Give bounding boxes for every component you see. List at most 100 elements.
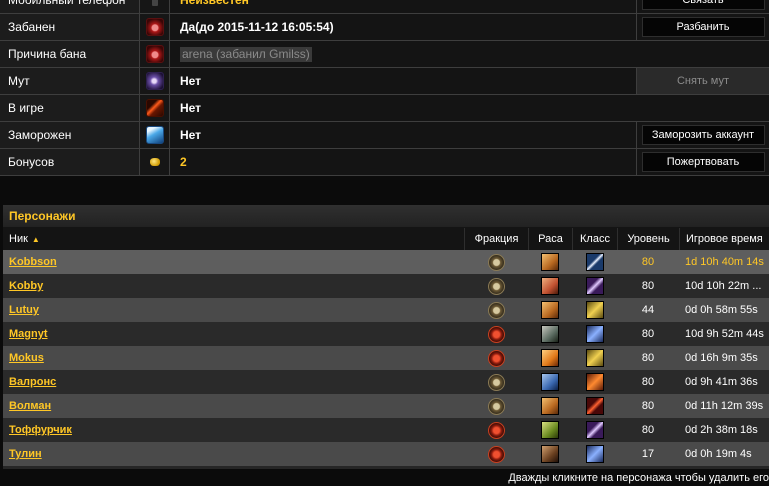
characters-table-header: Ник ▲ Фракция Раса Класс Уровень Игровое … <box>3 228 769 250</box>
character-row[interactable]: Magnyt 80 10d 9h 52m 44s <box>3 322 769 346</box>
alliance-faction-icon <box>487 253 505 271</box>
row-frozen: Заморожен Нет Заморозить аккаунт <box>0 122 769 149</box>
character-name-link[interactable]: Magnyt <box>9 328 48 340</box>
character-name-link[interactable]: Kobbson <box>9 256 57 268</box>
ban-hand-icon <box>145 45 164 63</box>
alliance-faction-icon <box>487 301 505 319</box>
link-phone-button[interactable]: Связать <box>641 0 765 10</box>
header-level[interactable]: Уровень <box>617 228 679 250</box>
character-playtime: 0d 0h 58m 55s <box>685 304 758 316</box>
row-ingame: В игре Нет <box>0 95 769 122</box>
character-name-link[interactable]: Mokus <box>9 352 44 364</box>
character-name-link[interactable]: Волман <box>9 400 51 412</box>
horde-faction-icon <box>487 421 505 439</box>
value-ingame: Нет <box>170 95 769 121</box>
character-row[interactable]: Тоффурчик 80 0d 2h 38m 18s <box>3 418 769 442</box>
row-banned: Забанен Да(до 2015-11-12 16:05:54) Разба… <box>0 14 769 41</box>
character-level: 80 <box>641 376 655 388</box>
alliance-faction-icon <box>487 373 505 391</box>
character-row[interactable]: Kobbson 80 1d 10h 40m 14s <box>3 250 769 274</box>
character-playtime: 10d 10h 22m ... <box>685 280 762 292</box>
value-banned: Да(до 2015-11-12 16:05:54) <box>170 14 636 40</box>
paladin-class-icon <box>585 301 604 319</box>
character-playtime: 0d 2h 38m 18s <box>685 424 758 436</box>
rogue-class-icon <box>585 397 604 415</box>
label-ban-reason: Причина бана <box>0 41 140 67</box>
warrior-class-icon <box>585 253 604 271</box>
freeze-account-button[interactable]: Заморозить аккаунт <box>641 125 765 145</box>
label-mute: Мут <box>0 68 140 94</box>
undead-race-icon <box>541 325 559 343</box>
shaman-class-icon <box>585 325 604 343</box>
donate-button[interactable]: Пожертвовать <box>641 152 765 172</box>
header-playtime[interactable]: Игровое время <box>679 228 769 250</box>
human-race-icon <box>541 301 559 319</box>
characters-table-body: Kobbson 80 1d 10h 40m 14s Kobby 80 10d 10h 22… <box>3 250 769 466</box>
character-row[interactable]: Kobby 80 10d 10h 22m ... <box>3 274 769 298</box>
label-ingame: В игре <box>0 95 140 121</box>
characters-panel: Персонажи Ник ▲ Фракция Раса Класс Уровен… <box>3 205 769 486</box>
account-info-table: Мобильный телефон Неизвестен Связать Заб… <box>0 0 769 176</box>
header-class[interactable]: Класс <box>572 228 617 250</box>
character-level: 80 <box>641 400 655 412</box>
label-banned: Забанен <box>0 14 140 40</box>
character-name-link[interactable]: Тоффурчик <box>9 424 72 436</box>
value-bonuses: 2 <box>170 149 636 175</box>
value-frozen: Нет <box>170 122 636 148</box>
character-row[interactable]: Волман 80 0d 11h 12m 39s <box>3 394 769 418</box>
priest-class-icon <box>585 277 604 295</box>
character-name-link[interactable]: Валронс <box>9 376 56 388</box>
tauren-race-icon <box>541 445 559 463</box>
unmute-button[interactable]: Снять мут <box>637 68 769 94</box>
character-playtime: 0d 0h 19m 4s <box>685 448 752 460</box>
header-faction[interactable]: Фракция <box>464 228 528 250</box>
hunter-class-icon <box>585 373 604 391</box>
unban-button[interactable]: Разбанить <box>641 17 765 37</box>
value-ban-reason: arena (забанил Gmilss) <box>180 46 312 62</box>
mute-icon <box>145 72 164 90</box>
row-phone: Мобильный телефон Неизвестен Связать <box>0 0 769 14</box>
character-row[interactable]: Lutuy 44 0d 0h 58m 55s <box>3 298 769 322</box>
draenei-race-icon <box>541 373 559 391</box>
character-level: 80 <box>641 352 655 364</box>
horde-faction-icon <box>487 349 505 367</box>
horde-faction-icon <box>487 325 505 343</box>
in-game-icon <box>145 99 164 117</box>
row-mute: Мут Нет Снять мут <box>0 68 769 95</box>
paladin-class-icon <box>585 349 604 367</box>
ban-hand-icon <box>145 18 164 36</box>
character-name-link[interactable]: Lutuy <box>9 304 39 316</box>
header-name[interactable]: Ник ▲ <box>3 228 464 250</box>
character-row[interactable]: Mokus 80 0d 16h 9m 35s <box>3 346 769 370</box>
label-bonuses: Бонусов <box>0 149 140 175</box>
character-name-link[interactable]: Kobby <box>9 280 43 292</box>
alliance-faction-icon <box>487 397 505 415</box>
phone-icon <box>151 0 158 6</box>
human-race-icon <box>541 397 559 415</box>
character-playtime: 0d 9h 41m 36s <box>685 376 758 388</box>
coin-icon <box>149 158 160 166</box>
character-level: 44 <box>641 304 655 316</box>
sort-asc-icon: ▲ <box>31 234 40 244</box>
priest-class-icon <box>585 421 604 439</box>
header-race[interactable]: Раса <box>528 228 572 250</box>
human-race-icon <box>541 253 559 271</box>
horde-faction-icon <box>487 445 505 463</box>
character-playtime: 0d 16h 9m 35s <box>685 352 758 364</box>
character-name-link[interactable]: Тулин <box>9 448 42 460</box>
shaman-class-icon <box>585 445 604 463</box>
character-row[interactable]: Тулин 17 0d 0h 19m 4s <box>3 442 769 466</box>
character-row[interactable]: Валронс 80 0d 9h 41m 36s <box>3 370 769 394</box>
label-phone: Мобильный телефон <box>0 0 140 13</box>
character-playtime: 1d 10h 40m 14s <box>685 256 764 268</box>
label-frozen: Заморожен <box>0 122 140 148</box>
character-level: 17 <box>641 448 655 460</box>
character-level: 80 <box>641 424 655 436</box>
character-playtime: 0d 11h 12m 39s <box>685 400 764 412</box>
bloodelf-race-icon <box>541 349 559 367</box>
value-phone: Неизвестен <box>170 0 636 13</box>
character-level: 80 <box>641 256 655 268</box>
row-bonuses: Бонусов 2 Пожертвовать <box>0 149 769 176</box>
goblin-race-icon <box>541 421 559 439</box>
characters-title: Персонажи <box>3 205 769 228</box>
